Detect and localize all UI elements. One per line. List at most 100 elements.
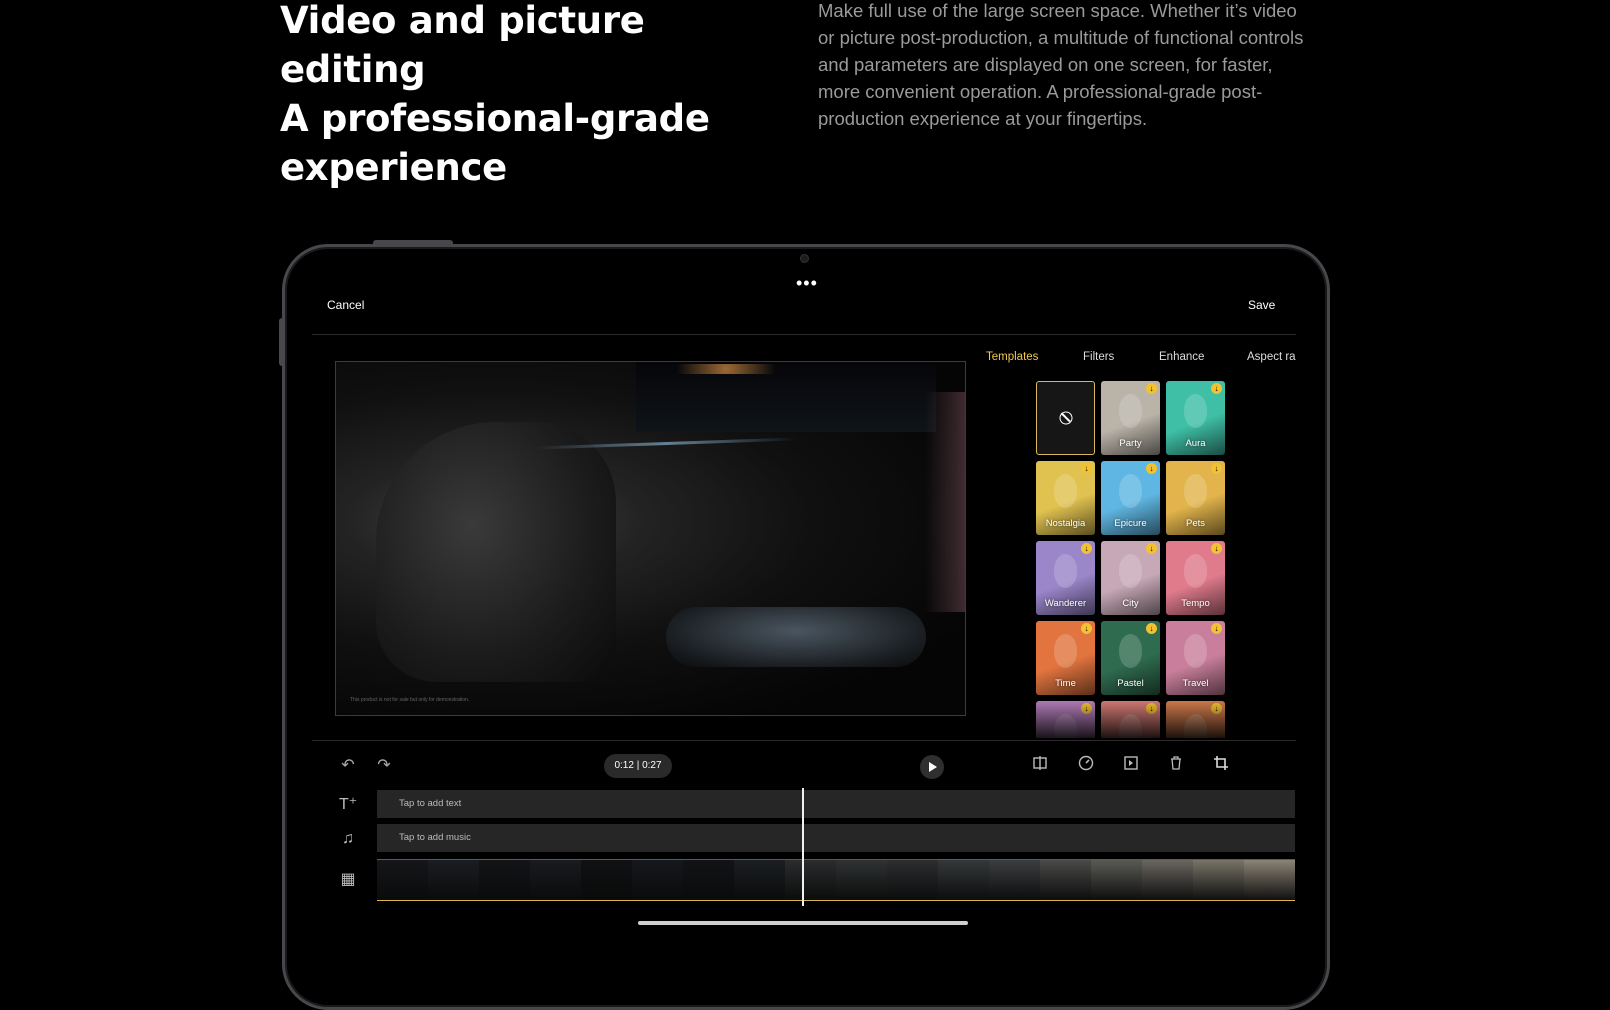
home-indicator — [638, 921, 968, 925]
filmstrip-frame — [938, 860, 989, 900]
filmstrip-frame — [989, 860, 1040, 900]
template-thumbnail — [1053, 554, 1078, 588]
filmstrip-frame — [479, 860, 530, 900]
template-tile[interactable]: ↓ Aura — [1166, 381, 1225, 455]
template-thumbnail — [1183, 394, 1208, 428]
template-label: Pastel — [1117, 678, 1144, 689]
preview-seat — [376, 422, 616, 682]
template-thumbnail — [1053, 474, 1078, 508]
download-icon: ↓ — [1081, 463, 1092, 474]
template-label: Aura — [1185, 438, 1206, 449]
template-thumbnail — [1183, 554, 1208, 588]
download-icon: ↓ — [1211, 623, 1222, 634]
download-icon: ↓ — [1146, 623, 1157, 634]
filmstrip-frame — [887, 860, 938, 900]
template-label: Wanderer — [1044, 598, 1087, 609]
download-icon: ↓ — [1211, 383, 1222, 394]
download-icon: ↓ — [1146, 383, 1157, 394]
delete-icon[interactable] — [1168, 755, 1184, 771]
tab-aspect-ratio[interactable]: Aspect ra — [1247, 351, 1296, 363]
template-thumbnail — [1118, 554, 1143, 588]
filmstrip-frame — [683, 860, 734, 900]
template-tile[interactable]: ↓ Wanderer — [1036, 541, 1095, 615]
filmstrip-frame — [734, 860, 785, 900]
preview-glow — [925, 392, 965, 612]
template-label: Nostalgia — [1045, 518, 1086, 529]
video-filmstrip[interactable] — [377, 859, 1295, 901]
camera-icon — [800, 254, 809, 263]
template-thumbnail — [1183, 634, 1208, 668]
template-label: Party — [1119, 438, 1142, 449]
toolbar-divider — [312, 740, 1296, 741]
template-label: Epicure — [1114, 518, 1147, 529]
play-icon[interactable] — [920, 755, 944, 779]
insert-icon[interactable] — [1123, 755, 1139, 771]
hero-description: Make full use of the large screen space.… — [818, 0, 1304, 129]
filmstrip-frame — [1244, 860, 1295, 900]
save-button[interactable]: Save — [1248, 298, 1275, 312]
speed-icon[interactable] — [1078, 755, 1094, 771]
template-tile[interactable]: ↓ Pastel — [1101, 621, 1160, 695]
tab-enhance[interactable]: Enhance — [1159, 351, 1204, 363]
grid-fade — [1036, 700, 1226, 740]
template-thumbnail — [1118, 474, 1143, 508]
template-grid: ↓ Party ↓ Aura ↓ Nostalgia ↓ Epicure ↓ Pets ↓ Wande… — [1036, 381, 1226, 738]
crop-icon[interactable] — [1213, 755, 1229, 771]
template-tile[interactable]: ↓ Party — [1101, 381, 1160, 455]
template-none[interactable] — [1036, 381, 1095, 455]
music-track[interactable]: Tap to add music — [377, 824, 1295, 852]
redo-icon[interactable]: ↷ — [376, 758, 392, 774]
preview-disclaimer: This product is not for sale but only fo… — [350, 697, 470, 703]
playhead[interactable] — [802, 788, 804, 906]
template-thumbnail — [1118, 394, 1143, 428]
heading-line: experience — [280, 146, 507, 189]
add-clip-icon[interactable]: ▦ — [339, 871, 357, 889]
filmstrip-frame — [581, 860, 632, 900]
template-tile[interactable]: ↓ Epicure — [1101, 461, 1160, 535]
undo-icon[interactable]: ↶ — [340, 758, 356, 774]
more-options-icon[interactable]: ••• — [796, 274, 818, 292]
template-label: Travel — [1182, 678, 1209, 689]
cancel-button[interactable]: Cancel — [327, 298, 364, 312]
text-track-label: Tap to add text — [399, 798, 462, 809]
template-tile[interactable]: ↓ Travel — [1166, 621, 1225, 695]
template-tile[interactable]: ↓ Time — [1036, 621, 1095, 695]
split-icon[interactable] — [1032, 755, 1048, 771]
preview-lights — [656, 364, 796, 374]
tab-templates[interactable]: Templates — [986, 351, 1038, 363]
template-tile[interactable]: ↓ Nostalgia — [1036, 461, 1095, 535]
download-icon: ↓ — [1211, 543, 1222, 554]
template-tile[interactable]: ↓ Tempo — [1166, 541, 1225, 615]
filmstrip-frame — [1142, 860, 1193, 900]
none-icon — [1059, 411, 1072, 425]
download-icon: ↓ — [1081, 623, 1092, 634]
template-label: Pets — [1185, 518, 1205, 529]
template-thumbnail — [1118, 634, 1143, 668]
download-icon: ↓ — [1146, 463, 1157, 474]
template-tile[interactable]: ↓ Pets — [1166, 461, 1225, 535]
template-thumbnail — [1183, 474, 1208, 508]
template-tile[interactable]: ↓ City — [1101, 541, 1160, 615]
heading-line: Video and picture editing — [280, 0, 645, 91]
template-label: Tempo — [1181, 598, 1210, 609]
filmstrip-frame — [1091, 860, 1142, 900]
filmstrip-frame — [1040, 860, 1091, 900]
video-preview[interactable]: This product is not for sale but only fo… — [335, 361, 966, 716]
filmstrip-frame — [530, 860, 581, 900]
header-divider — [312, 334, 1296, 335]
filmstrip-frame — [632, 860, 683, 900]
time-display: 0:12 | 0:27 — [604, 754, 672, 778]
filmstrip-frame — [1193, 860, 1244, 900]
tab-filters[interactable]: Filters — [1083, 351, 1114, 363]
heading-line: A professional-grade — [280, 97, 710, 140]
filmstrip-frame — [836, 860, 887, 900]
add-music-icon[interactable]: ♫ — [339, 830, 357, 848]
filmstrip-frame — [428, 860, 479, 900]
filmstrip-frame — [377, 860, 428, 900]
download-icon: ↓ — [1211, 463, 1222, 474]
template-label: City — [1122, 598, 1139, 609]
add-text-icon[interactable]: T⁺ — [339, 796, 357, 814]
text-track[interactable]: Tap to add text — [377, 790, 1295, 818]
download-icon: ↓ — [1146, 543, 1157, 554]
page-heading: Video and picture editing A professional… — [280, 0, 800, 192]
